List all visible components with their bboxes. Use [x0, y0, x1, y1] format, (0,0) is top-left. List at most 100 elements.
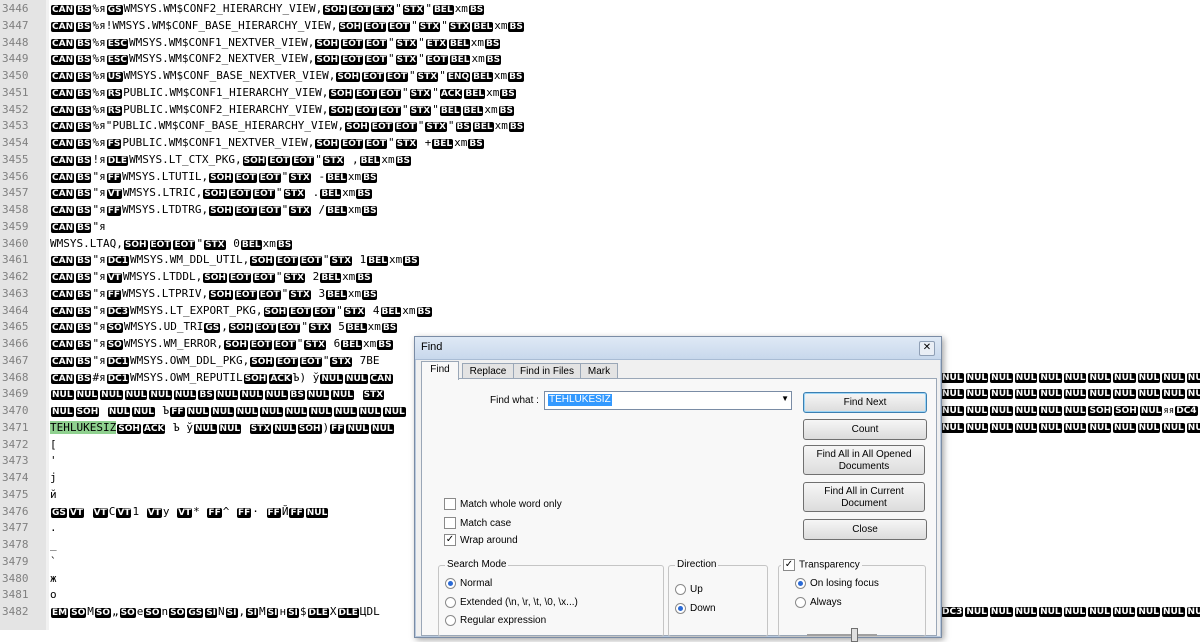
line-text[interactable]: CANBS%яUSWMSYS.WM$CONF_BASE_NEXTVER_VIEW… — [50, 68, 525, 86]
line-text[interactable]: CANBS"я — [50, 219, 106, 237]
line-text-overflow[interactable]: NULNULNULNULNULNULNULNULNULNULNULNULNUL — [940, 420, 1200, 437]
tab-mark[interactable]: Mark — [580, 363, 618, 379]
line-text-overflow[interactable]: DC3NULNULNULNULNULNULNULNULNULNULNULNUL — [940, 604, 1200, 621]
editor-line[interactable]: 3451CANBS%яRSPUBLIC.WM$CONF1_HIERARCHY_V… — [0, 85, 1200, 102]
radio-icon[interactable] — [675, 584, 686, 595]
line-text-overflow[interactable]: NULNULNULNULNULNULSOHSOHNULяяDC4NUL‡U — [940, 403, 1200, 420]
editor-line[interactable]: 3454CANBS%яFSPUBLIC.WM$CONF1_NEXTVER_VIE… — [0, 135, 1200, 152]
line-text[interactable]: CANBS%яESCWMSYS.WM$CONF1_NEXTVER_VIEW,SO… — [50, 35, 501, 53]
transparency-slider-track[interactable] — [807, 634, 877, 636]
chevron-down-icon[interactable]: ▼ — [781, 394, 789, 403]
radio-on-losing-focus[interactable]: On losing focus — [795, 578, 879, 590]
editor-line[interactable]: 3450CANBS%яUSWMSYS.WM$CONF_BASE_NEXTVER_… — [0, 68, 1200, 85]
line-text[interactable]: NULSOH NULNUL ЪFFNULNULNULNULNULNULNULNU… — [50, 403, 407, 421]
editor-line[interactable]: 3447CANBS%я!WMSYS.WM$CONF_BASE_HIERARCHY… — [0, 18, 1200, 35]
transparency-slider-thumb[interactable] — [851, 628, 858, 642]
editor-line[interactable]: 3448CANBS%яESCWMSYS.WM$CONF1_NEXTVER_VIE… — [0, 35, 1200, 52]
find-next-button[interactable]: Find Next — [803, 392, 927, 413]
line-text[interactable]: CANBS"яSOWMSYS.UD_TRIGS,SOHEOTEOT"STX 5B… — [50, 319, 398, 337]
editor-line[interactable]: 3456CANBS"яFFWMSYS.LTUTIL,SOHEOTEOT"STX … — [0, 169, 1200, 186]
editor-line[interactable]: 3449CANBS%яESCWMSYS.WM$CONF2_NEXTVER_VIE… — [0, 51, 1200, 68]
line-text[interactable]: ' — [50, 453, 57, 470]
radio-selected-icon[interactable] — [795, 578, 806, 589]
line-text[interactable]: WMSYS.LTAQ,SOHEOTEOT"STX 0BELxmBS — [50, 236, 293, 254]
count-button[interactable]: Count — [803, 419, 927, 440]
line-text[interactable]: [ — [50, 437, 57, 454]
find-dialog[interactable]: Find ✕ Find Replace Find in Files Mark F… — [414, 336, 942, 638]
radio-normal[interactable]: Normal — [445, 578, 492, 590]
dialog-titlebar[interactable]: Find ✕ — [415, 337, 941, 360]
check-icon[interactable]: ✓ — [444, 534, 456, 546]
line-text[interactable]: CANBS%яESCWMSYS.WM$CONF2_NEXTVER_VIEW,SO… — [50, 51, 502, 69]
line-text[interactable]: ж — [50, 571, 57, 588]
radio-selected-icon[interactable] — [445, 578, 456, 589]
editor-line[interactable]: 3462CANBS"яVTWMSYS.LTDDL,SOHEOTEOT"STX 2… — [0, 269, 1200, 286]
line-text[interactable]: CANBS%яRSPUBLIC.WM$CONF2_HIERARCHY_VIEW,… — [50, 102, 515, 120]
editor-line[interactable]: 3461CANBS"яDC1WMSYS.WM_DDL_UTIL,SOHEOTEO… — [0, 252, 1200, 269]
radio-selected-icon[interactable] — [675, 603, 686, 614]
find-all-opened-button[interactable]: Find All in All Opened Documents — [803, 445, 925, 475]
line-text[interactable]: CANBS!яDLEWMSYS.LT_CTX_PKG,SOHEOTEOT"STX… — [50, 152, 412, 170]
line-text[interactable]: ` — [50, 554, 57, 571]
line-text[interactable]: CANBS"яVTWMSYS.LTRIC,SOHEOTEOT"STX .BELx… — [50, 185, 373, 203]
tab-find-in-files[interactable]: Find in Files — [513, 363, 581, 379]
match-case-checkbox[interactable]: Match case — [444, 517, 511, 531]
radio-icon[interactable] — [445, 597, 456, 608]
line-text[interactable]: _ — [50, 537, 57, 554]
line-text[interactable]: . — [50, 520, 57, 537]
radio-icon[interactable] — [795, 597, 806, 608]
line-text[interactable]: CANBS#яDC1WMSYS.OWM_REPUTILSOHACKЪ) ўNUL… — [50, 370, 394, 388]
wrap-around-checkbox[interactable]: ✓Wrap around — [444, 534, 518, 548]
line-text[interactable]: CANBS"яDC1WMSYS.WM_DDL_UTIL,SOHEOTEOT"ST… — [50, 252, 420, 270]
checkbox-box[interactable] — [444, 498, 456, 510]
editor-line[interactable]: 3453CANBS%я"PUBLIC.WM$CONF_BASE_HIERARCH… — [0, 118, 1200, 135]
line-text[interactable]: GSVT VTCVT1 VTy VT* FF^ FF· FFЙFFNUL — [50, 504, 329, 522]
editor-line[interactable]: 3460WMSYS.LTAQ,SOHEOTEOT"STX 0BELxmBS — [0, 236, 1200, 253]
editor-line[interactable]: 3459CANBS"я — [0, 219, 1200, 236]
close-button[interactable]: Close — [803, 519, 927, 540]
line-text[interactable]: CANBS%яFSPUBLIC.WM$CONF1_NEXTVER_VIEW,SO… — [50, 135, 485, 153]
tab-replace[interactable]: Replace — [462, 363, 514, 379]
line-text[interactable]: CANBS%яRSPUBLIC.WM$CONF1_HIERARCHY_VIEW,… — [50, 85, 517, 103]
line-text[interactable]: CANBS"яSOWMSYS.WM_ERROR,SOHEOTEOT"STX 6B… — [50, 336, 394, 354]
line-text-overflow[interactable]: NULNULNULNULNULNULNULNULNULNULNULNULNUL — [940, 386, 1200, 403]
editor-line[interactable]: 3464CANBS"яDC3WMSYS.LT_EXPORT_PKG,SOHEOT… — [0, 303, 1200, 320]
radio-icon[interactable] — [445, 615, 456, 626]
radio-up[interactable]: Up — [675, 584, 703, 596]
line-text[interactable]: CANBS"яVTWMSYS.LTDDL,SOHEOTEOT"STX 2BELx… — [50, 269, 373, 287]
radio-always[interactable]: Always — [795, 597, 842, 609]
line-text-overflow[interactable]: NULNULNULNULNULNULNULNULNULNULNULNULNUL — [940, 370, 1200, 387]
find-what-input[interactable]: TEHLUKESIZ ▼ — [544, 391, 792, 410]
editor-line[interactable]: 3458CANBS"яFFWMSYS.LTDTRG,SOHEOTEOT"STX … — [0, 202, 1200, 219]
line-text[interactable]: CANBS%яGSWMSYS.WM$CONF2_HIERARCHY_VIEW,S… — [50, 1, 485, 19]
line-text[interactable]: CANBS"яFFWMSYS.LTUTIL,SOHEOTEOT"STX -BEL… — [50, 169, 378, 187]
line-text[interactable]: CANBS"яDC1WMSYS.OWM_DDL_PKG,SOHEOTEOT"ST… — [50, 353, 380, 371]
close-icon[interactable]: ✕ — [919, 341, 935, 356]
radio-down[interactable]: Down — [675, 603, 716, 615]
checkbox-box[interactable] — [444, 517, 456, 529]
editor-line[interactable]: 3455CANBS!яDLEWMSYS.LT_CTX_PKG,SOHEOTEOT… — [0, 152, 1200, 169]
line-text[interactable]: CANBS"яFFWMSYS.LTDTRG,SOHEOTEOT"STX /BEL… — [50, 202, 378, 220]
tab-find[interactable]: Find — [421, 361, 459, 380]
line-text[interactable]: TEHLUKESIZSOHACK Ъ ўNULNUL STXNULSOH)FFN… — [50, 420, 395, 438]
line-text[interactable]: й — [50, 487, 57, 504]
line-text[interactable]: NULNULNULNULNULNULBSNULNULNULBSNULNUL ST… — [50, 386, 385, 404]
match-whole-word-checkbox[interactable]: Match whole word only — [444, 498, 562, 512]
editor-line[interactable]: 3452CANBS%яRSPUBLIC.WM$CONF2_HIERARCHY_V… — [0, 102, 1200, 119]
radio-regex[interactable]: Regular expression — [445, 615, 546, 627]
editor-line[interactable]: 3463CANBS"яFFWMSYS.LTPRIV,SOHEOTEOT"STX … — [0, 286, 1200, 303]
line-text[interactable]: о — [50, 587, 57, 604]
line-text[interactable]: CANBS%я"PUBLIC.WM$CONF_BASE_HIERARCHY_VI… — [50, 118, 525, 136]
line-text[interactable]: EMSOMSO„SOeSOnSOGSSINSI,SIMSIнSI$DLEXDLE… — [50, 604, 380, 622]
radio-extended[interactable]: Extended (\n, \r, \t, \0, \x...) — [445, 597, 578, 609]
find-all-current-button[interactable]: Find All in Current Document — [803, 482, 925, 512]
line-text[interactable]: CANBS"яFFWMSYS.LTPRIV,SOHEOTEOT"STX 3BEL… — [50, 286, 378, 304]
line-text[interactable]: CANBS"яDC3WMSYS.LT_EXPORT_PKG,SOHEOTEOT"… — [50, 303, 433, 321]
editor-line[interactable]: 3446CANBS%яGSWMSYS.WM$CONF2_HIERARCHY_VI… — [0, 1, 1200, 18]
check-icon[interactable]: ✓ — [783, 559, 795, 571]
editor-line[interactable]: 3465CANBS"яSOWMSYS.UD_TRIGS,SOHEOTEOT"ST… — [0, 319, 1200, 336]
line-text[interactable]: CANBS%я!WMSYS.WM$CONF_BASE_HIERARCHY_VIE… — [50, 18, 525, 36]
line-text[interactable]: ј — [50, 470, 57, 487]
editor-line[interactable]: 3457CANBS"яVTWMSYS.LTRIC,SOHEOTEOT"STX .… — [0, 185, 1200, 202]
transparency-title[interactable]: ✓Transparency — [781, 559, 862, 571]
